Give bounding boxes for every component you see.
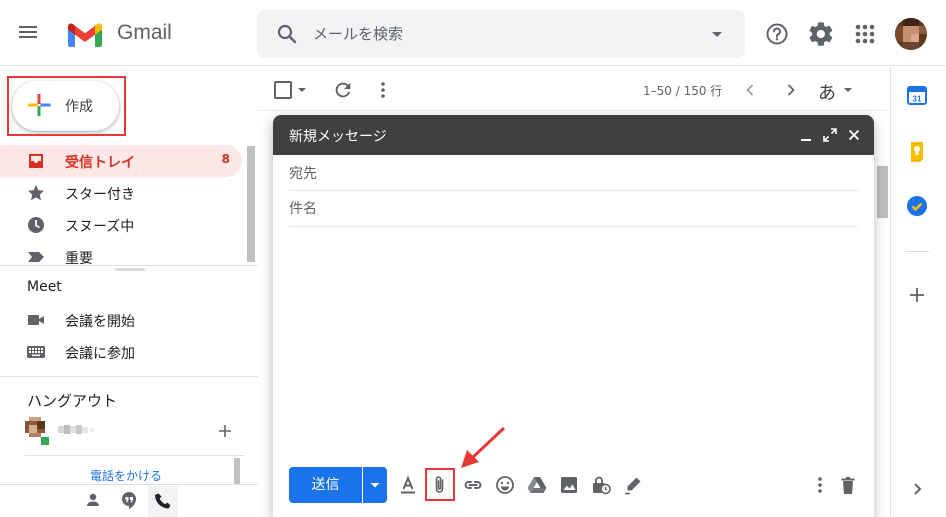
meet-start-meeting[interactable]: 会議を開始 [0,304,242,336]
keep-icon[interactable] [906,140,928,162]
sidebar-item-label: 会議を開始 [65,314,135,330]
expand-panel-icon[interactable] [906,478,928,500]
sidebar-item-inbox[interactable]: 受信トレイ 8 [0,145,242,177]
sidebar-item-label: スター付き [65,187,135,203]
google-drive-icon[interactable] [526,474,548,496]
annotation-arrow-icon [458,425,508,470]
signature-icon[interactable] [622,474,644,496]
settings-gear-icon[interactable] [807,20,835,48]
select-dropdown-caret-icon[interactable] [295,83,309,97]
toolbar-divider [258,110,890,111]
input-tools-button[interactable]: あ [818,79,836,105]
inbox-icon [26,151,46,171]
subject-input[interactable] [289,198,849,220]
minimize-icon[interactable] [798,127,814,143]
compose-highlight-box [7,76,126,136]
make-call-link[interactable]: 電話をかける [90,467,162,484]
main-menu-icon[interactable] [16,20,40,44]
search-icon[interactable] [275,22,299,46]
to-input[interactable] [289,163,849,185]
hangouts-quote-icon[interactable] [119,490,139,510]
chevron-left-icon[interactable] [740,80,760,100]
svg-text:31: 31 [913,95,922,104]
search-input[interactable] [313,22,693,46]
sidebar-divider [0,265,258,266]
phone-icon[interactable] [153,491,173,511]
emoji-icon[interactable] [494,474,516,496]
fullscreen-icon[interactable] [822,127,838,143]
important-icon [26,247,46,267]
compose-title: 新規メッセージ [289,129,387,145]
sidebar-item-starred[interactable]: スター付き [0,177,242,209]
hangouts-bottom-divider [0,484,258,485]
keyboard-icon [26,342,46,362]
meet-join-meeting[interactable]: 会議に参加 [0,336,242,368]
sidebar-item-label: スヌーズ中 [65,219,135,235]
hangouts-scrollbar[interactable] [234,458,240,484]
sidebar-scrollbar[interactable] [247,146,255,262]
resize-handle[interactable] [115,268,145,271]
close-icon[interactable] [846,127,862,143]
chevron-right-icon[interactable] [781,80,801,100]
subject-field[interactable] [289,191,858,227]
hangout-contact-avatar[interactable] [25,417,53,445]
add-addon-icon[interactable] [906,284,928,306]
compose-header[interactable]: 新規メッセージ [273,115,874,155]
confidential-mode-icon[interactable] [590,474,612,496]
tasks-icon[interactable] [906,195,928,217]
gmail-logo-icon[interactable] [66,20,104,48]
account-avatar[interactable] [895,18,927,50]
format-text-icon[interactable] [397,474,419,496]
hangout-contact-name-blurred[interactable] [58,423,100,437]
main-scrollbar[interactable] [877,166,888,218]
sidebar-item-snoozed[interactable]: スヌーズ中 [0,209,242,241]
person-icon[interactable] [83,490,103,510]
pagination-count: 1–50 / 150 行 [643,84,723,98]
sidebar-item-label: 会議に参加 [65,346,135,362]
send-button[interactable]: 送信 [289,467,362,503]
select-all-checkbox[interactable] [274,81,292,99]
hangouts-divider [25,455,245,456]
insert-link-icon[interactable] [462,474,484,496]
attach-highlight-box [425,468,455,501]
recipients-field[interactable] [289,156,858,191]
help-icon[interactable] [763,20,791,48]
add-contact-icon[interactable] [216,422,234,440]
inbox-unread-count: 8 [221,152,230,166]
hangouts-heading[interactable]: ハングアウト [27,390,117,411]
video-camera-icon [26,310,46,330]
search-options-caret-icon[interactable] [705,22,729,46]
more-options-vertical-icon[interactable] [809,474,831,496]
clock-icon [26,215,46,235]
more-options-vertical-icon[interactable] [372,79,394,101]
compose-window: 新規メッセージ 送信 [273,115,874,517]
calendar-icon[interactable]: 31 [906,84,928,106]
phone-tab[interactable] [148,486,178,517]
input-tools-caret-icon[interactable] [842,84,854,96]
discard-draft-trash-icon[interactable] [837,474,859,496]
meet-heading: Meet [27,279,62,295]
app-title[interactable]: Gmail [117,21,172,45]
google-apps-grid-icon[interactable] [851,20,879,48]
sidebar-item-label: 受信トレイ [65,155,135,171]
star-icon [26,183,46,203]
refresh-icon[interactable] [332,79,354,101]
insert-photo-icon[interactable] [558,474,580,496]
chevron-down-icon [370,483,380,488]
send-options-button[interactable] [363,467,387,503]
sidebar-divider [0,376,258,377]
right-rail-divider [905,251,929,252]
